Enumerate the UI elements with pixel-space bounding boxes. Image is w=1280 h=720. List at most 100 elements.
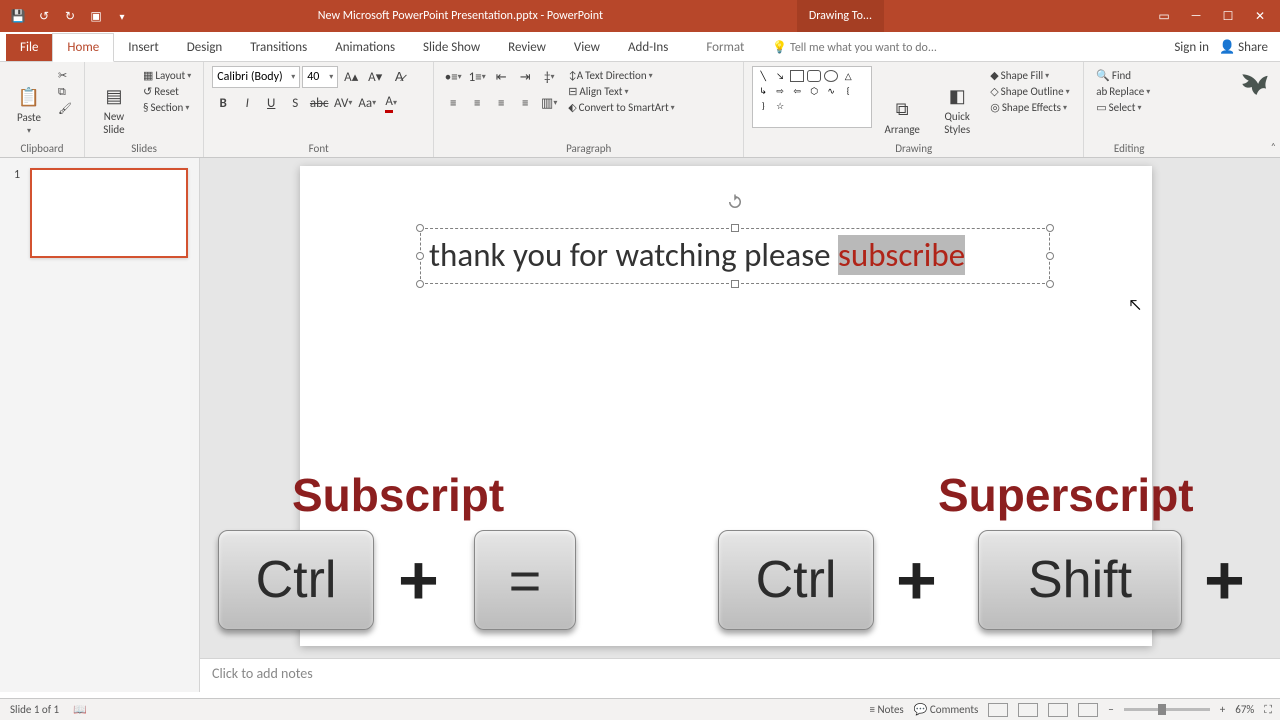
align-center-icon[interactable]: ≡	[466, 92, 488, 114]
shape-fill-button[interactable]: ◆ Shape Fill ▾	[986, 68, 1073, 83]
zoom-percent[interactable]: 67%	[1235, 703, 1254, 716]
shape-gallery[interactable]: ╲ ↘ △ ↳ ⇨ ⇦ ⬡ ∿ { } ☆	[752, 66, 872, 128]
strikethrough-button[interactable]: abc	[308, 92, 330, 114]
tab-insert[interactable]: Insert	[114, 34, 173, 61]
shape-arrow2-icon[interactable]: ⇦	[790, 85, 804, 97]
arrange-button[interactable]: ⧉ Arrange	[876, 66, 928, 136]
find-button[interactable]: 🔍 Find	[1092, 68, 1135, 83]
font-size-select[interactable]: 40▾	[302, 66, 338, 88]
layout-button[interactable]: ▦ Layout ▾	[139, 68, 195, 83]
cut-icon[interactable]: ✂	[54, 68, 76, 83]
redo-icon[interactable]: ↻	[60, 6, 80, 26]
collapse-ribbon-icon[interactable]: ˄	[1271, 140, 1276, 153]
shape-brace-r-icon[interactable]: }	[756, 100, 770, 112]
resize-handle[interactable]	[416, 252, 424, 260]
shape-outline-button[interactable]: ◇ Shape Outline ▾	[986, 84, 1073, 99]
underline-button[interactable]: U	[260, 92, 282, 114]
char-spacing-icon[interactable]: AV▾	[332, 92, 354, 114]
selected-textbox[interactable]: thank you for watching please subscribe	[420, 228, 1050, 284]
zoom-in-icon[interactable]: +	[1220, 703, 1225, 716]
slide-thumbnail-1[interactable]	[30, 168, 188, 258]
rotate-handle-icon[interactable]	[726, 193, 744, 211]
tab-file[interactable]: File	[6, 34, 52, 61]
textbox-text[interactable]: thank you for watching please subscribe	[421, 229, 1049, 281]
shape-hexagon-icon[interactable]: ⬡	[807, 85, 821, 97]
line-spacing-icon[interactable]: ‡▾	[538, 66, 560, 88]
shape-curve-icon[interactable]: ∿	[824, 85, 838, 97]
columns-icon[interactable]: ▥▾	[538, 92, 560, 114]
shape-line-icon[interactable]: ╲	[756, 70, 770, 82]
resize-handle[interactable]	[1046, 280, 1054, 288]
shape-arrow-icon[interactable]: ↘	[773, 70, 787, 82]
sign-in-button[interactable]: Sign in	[1174, 40, 1209, 55]
tab-slideshow[interactable]: Slide Show	[409, 34, 494, 61]
shadow-button[interactable]: S	[284, 92, 306, 114]
section-button[interactable]: § Section ▾	[139, 100, 195, 115]
shape-roundrect-icon[interactable]	[807, 70, 821, 82]
font-color-button[interactable]: A▾	[380, 92, 402, 114]
bullets-icon[interactable]: •≡▾	[442, 66, 464, 88]
new-slide-button[interactable]: ▤ New Slide	[93, 66, 135, 136]
tab-design[interactable]: Design	[173, 34, 236, 61]
convert-smartart-button[interactable]: ⬖ Convert to SmartArt ▾	[564, 100, 678, 115]
notes-toggle[interactable]: ≡ Notes	[870, 703, 904, 716]
close-icon[interactable]: ✕	[1246, 9, 1274, 24]
normal-view-icon[interactable]	[988, 703, 1008, 717]
ribbon-display-icon[interactable]: ▭	[1150, 9, 1178, 24]
tab-home[interactable]: Home	[52, 33, 114, 62]
format-painter-icon[interactable]: 🖌	[54, 101, 76, 116]
zoom-thumb[interactable]	[1158, 704, 1166, 715]
sorter-view-icon[interactable]	[1018, 703, 1038, 717]
shape-elbow-icon[interactable]: ↳	[756, 85, 770, 97]
paste-button[interactable]: 📋 Paste ▾	[8, 66, 50, 136]
align-left-icon[interactable]: ≡	[442, 92, 464, 114]
font-name-select[interactable]: Calibri (Body)▾	[212, 66, 300, 88]
select-button[interactable]: ▭ Select ▾	[1092, 100, 1145, 115]
resize-handle[interactable]	[416, 224, 424, 232]
tab-addins[interactable]: Add-Ins	[614, 34, 682, 61]
quick-styles-button[interactable]: ◧ Quick Styles	[932, 66, 982, 136]
reset-button[interactable]: ↺ Reset	[139, 84, 195, 99]
slideshow-view-icon[interactable]	[1078, 703, 1098, 717]
qat-more-icon[interactable]: ▾	[112, 6, 132, 26]
start-slideshow-icon[interactable]: ▣	[86, 6, 106, 26]
change-case-icon[interactable]: Aa▾	[356, 92, 378, 114]
justify-icon[interactable]: ≡	[514, 92, 536, 114]
shrink-font-icon[interactable]: A▾	[364, 66, 386, 88]
fit-to-window-icon[interactable]: ⛶	[1264, 703, 1272, 717]
tab-view[interactable]: View	[560, 34, 614, 61]
share-button[interactable]: 👤 Share	[1219, 40, 1268, 55]
maximize-icon[interactable]: ☐	[1214, 9, 1242, 24]
resize-handle[interactable]	[1046, 252, 1054, 260]
replace-button[interactable]: ab Replace ▾	[1092, 84, 1154, 99]
tab-format[interactable]: Format	[692, 34, 758, 61]
shape-blockarrow-icon[interactable]: ⇨	[773, 85, 787, 97]
shape-rect-icon[interactable]	[790, 70, 804, 82]
tab-transitions[interactable]: Transitions	[236, 34, 321, 61]
shape-oval-icon[interactable]	[824, 70, 838, 82]
minimize-icon[interactable]: —	[1182, 9, 1210, 24]
resize-handle[interactable]	[731, 280, 739, 288]
resize-handle[interactable]	[1046, 224, 1054, 232]
notes-pane[interactable]: Click to add notes	[200, 658, 1280, 692]
increase-indent-icon[interactable]: ⇥	[514, 66, 536, 88]
bold-button[interactable]: B	[212, 92, 234, 114]
comments-toggle[interactable]: 💬 Comments	[914, 703, 979, 716]
tab-review[interactable]: Review	[494, 34, 560, 61]
shape-brace-l-icon[interactable]: {	[841, 85, 855, 97]
text-direction-button[interactable]: ↕A Text Direction ▾	[564, 68, 678, 83]
shape-triangle-icon[interactable]: △	[841, 70, 855, 82]
spellcheck-icon[interactable]: 📖	[73, 703, 87, 716]
align-right-icon[interactable]: ≡	[490, 92, 512, 114]
grow-font-icon[interactable]: A▴	[340, 66, 362, 88]
tab-animations[interactable]: Animations	[321, 34, 409, 61]
copy-icon[interactable]: ⧉	[54, 84, 76, 100]
numbering-icon[interactable]: 1≡▾	[466, 66, 488, 88]
undo-icon[interactable]: ↺	[34, 6, 54, 26]
align-text-button[interactable]: ⊟ Align Text ▾	[564, 84, 678, 99]
resize-handle[interactable]	[731, 224, 739, 232]
italic-button[interactable]: I	[236, 92, 258, 114]
decrease-indent-icon[interactable]: ⇤	[490, 66, 512, 88]
slide-canvas[interactable]: thank you for watching please subscribe	[300, 166, 1152, 646]
reading-view-icon[interactable]	[1048, 703, 1068, 717]
